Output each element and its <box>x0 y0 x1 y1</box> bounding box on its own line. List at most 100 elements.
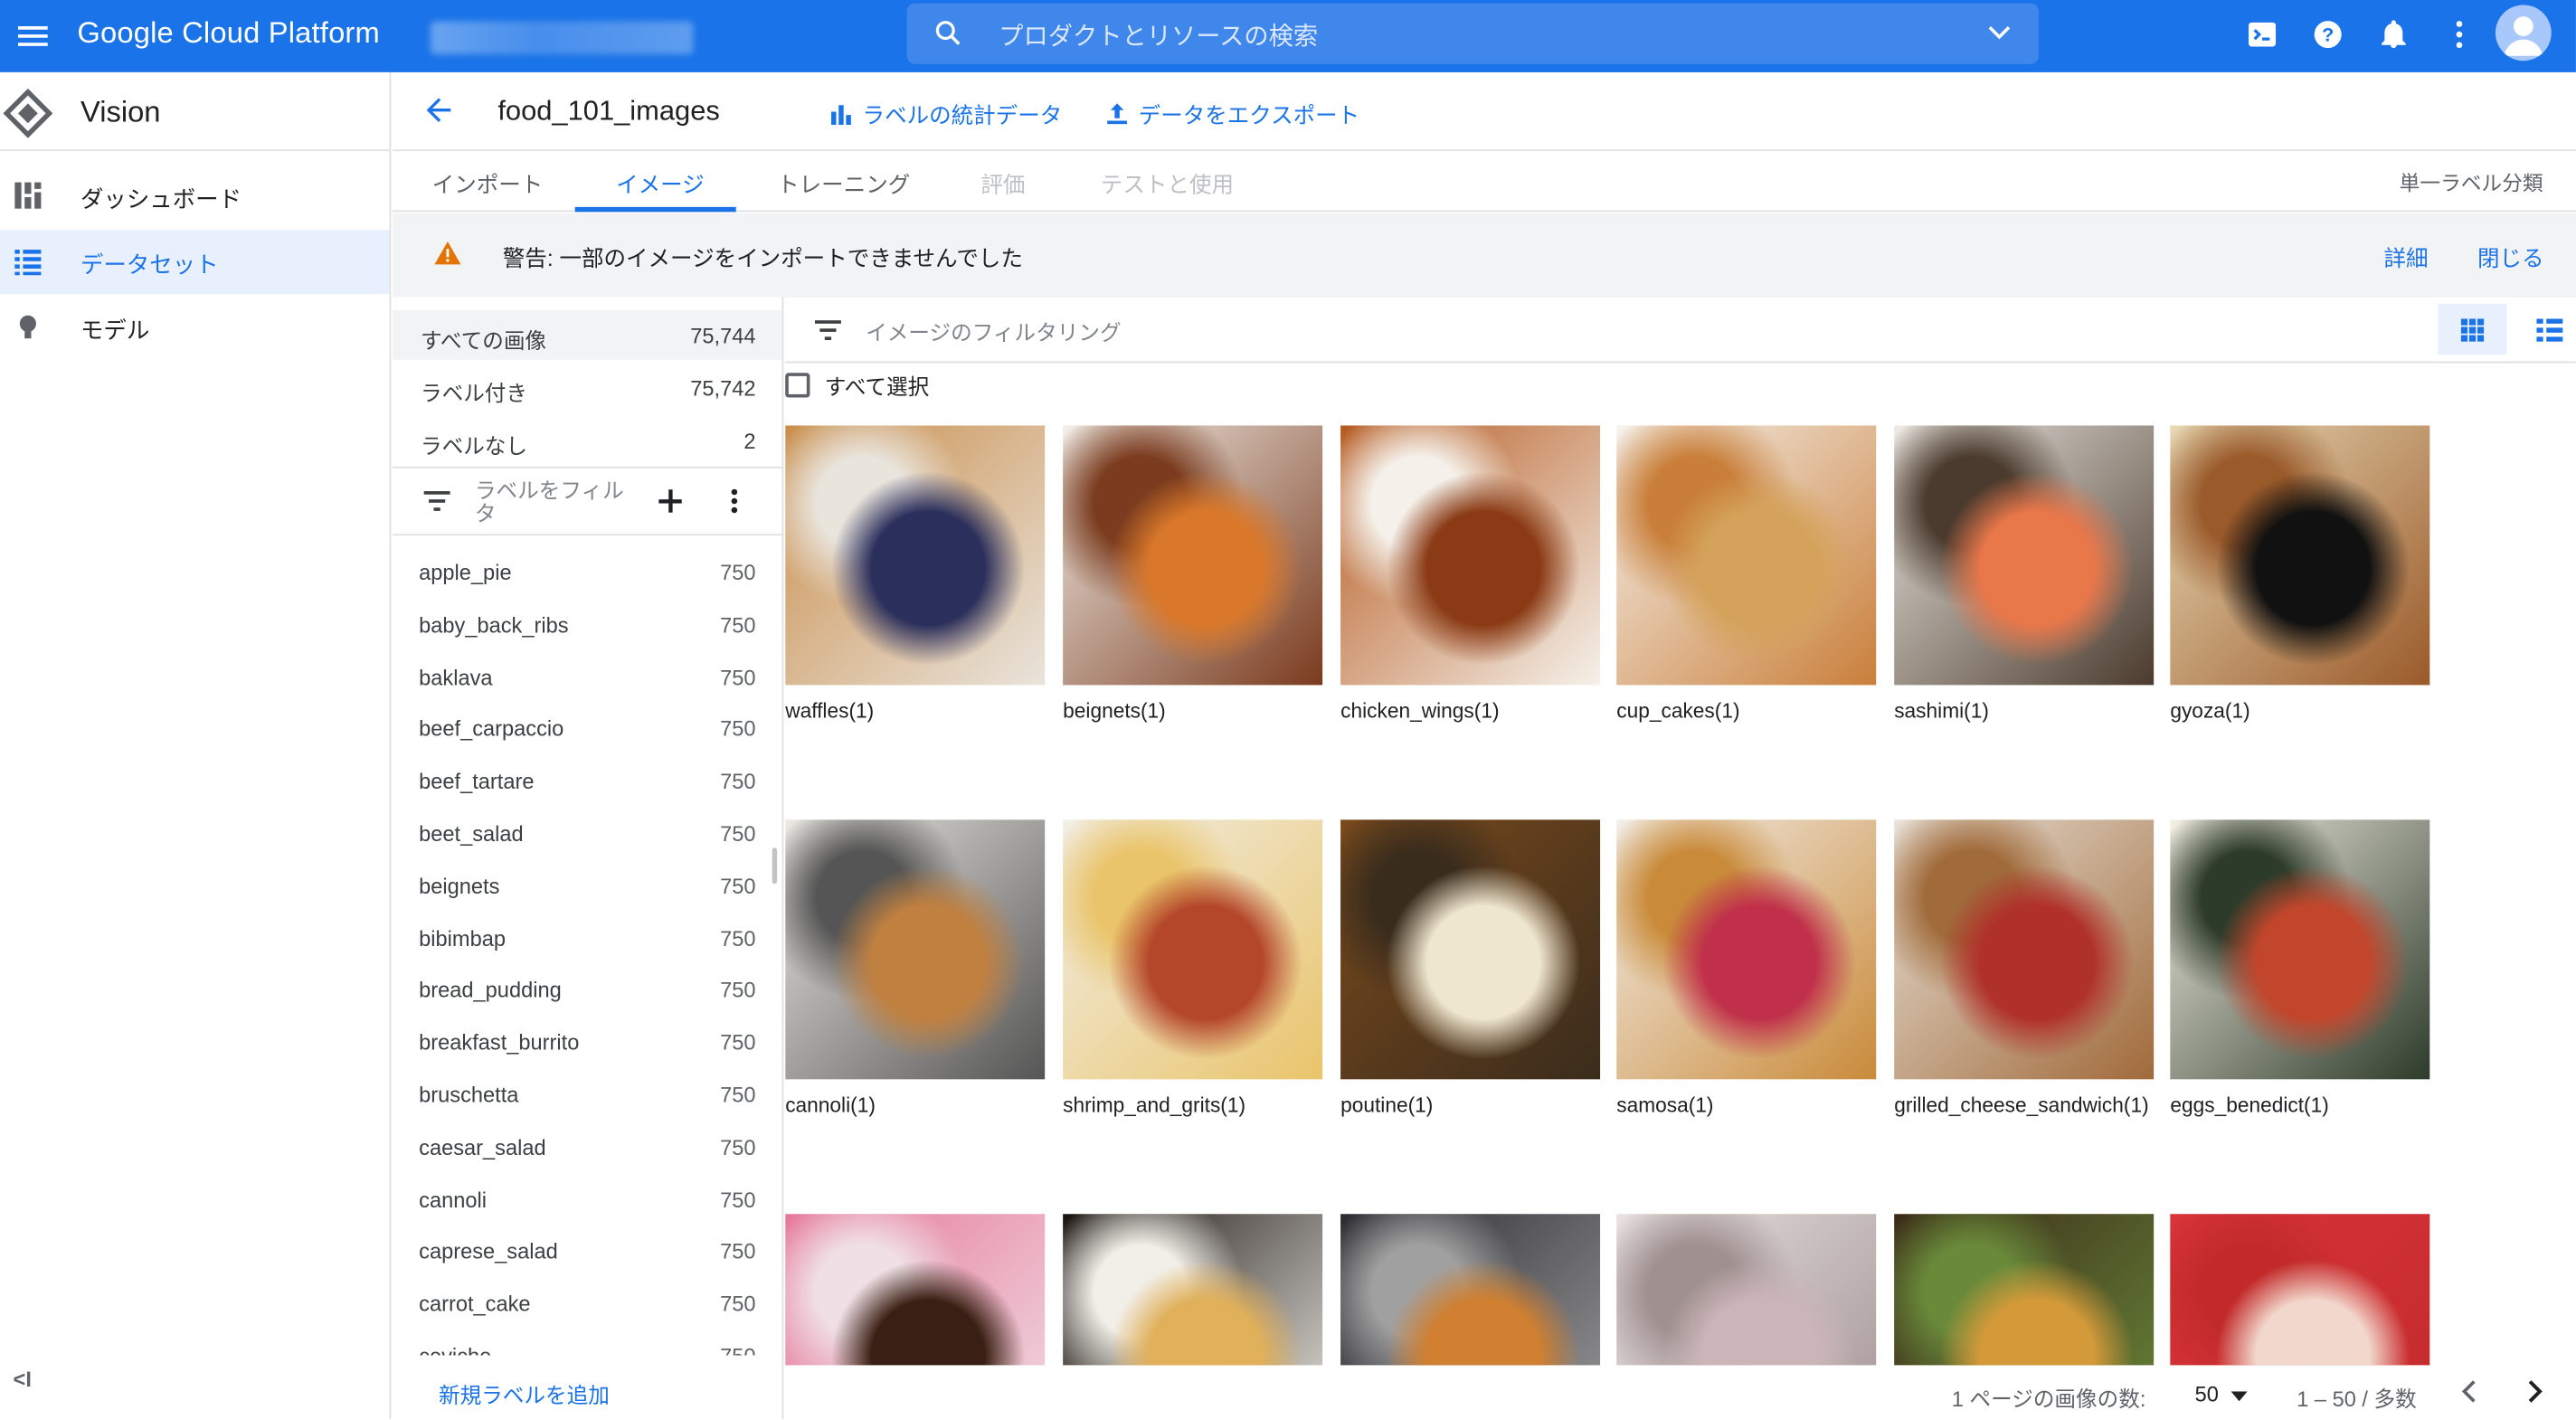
label-list-item[interactable]: baby_back_ribs 750 <box>393 601 781 653</box>
label-list-item[interactable]: beef_tartare 750 <box>393 758 781 810</box>
label-list-item[interactable]: cannoli 750 <box>393 1176 781 1228</box>
more-vert-icon[interactable] <box>720 487 750 516</box>
food-image-thumbnail[interactable] <box>785 425 1046 686</box>
food-image-thumbnail[interactable] <box>2170 425 2430 686</box>
food-image-thumbnail[interactable] <box>1616 1214 1877 1366</box>
tab-test-and-use[interactable]: テストと使用 <box>1101 166 1234 198</box>
close-link[interactable]: 閉じる <box>2477 240 2544 272</box>
food-image-thumbnail[interactable] <box>1063 819 1323 1080</box>
list-view-icon[interactable] <box>2524 304 2574 355</box>
tab-import[interactable]: インポート <box>432 166 544 198</box>
food-image-thumbnail[interactable] <box>1894 819 2155 1080</box>
account-avatar[interactable] <box>2495 5 2552 62</box>
per-page-select[interactable]: 50 <box>2195 1382 2248 1406</box>
chevron-down-icon[interactable] <box>1983 16 2015 49</box>
image-card[interactable]: cannoli(1) <box>785 819 1046 1117</box>
image-card[interactable]: waffles(1) <box>785 425 1046 723</box>
food-image-thumbnail[interactable] <box>1894 425 2155 686</box>
label-count: 750 <box>720 1344 755 1356</box>
food-image-thumbnail[interactable] <box>1616 425 1877 686</box>
food-image-thumbnail[interactable] <box>1063 1214 1323 1366</box>
tab-images[interactable]: イメージ <box>616 166 705 198</box>
filter-all-images[interactable]: すべての画像 75,744 <box>393 310 782 360</box>
label-stats-link[interactable]: ラベルの統計データ <box>829 97 1062 129</box>
add-new-label-link[interactable]: 新規ラベルを追加 <box>439 1378 610 1410</box>
label-list-item[interactable]: bruschetta 750 <box>393 1071 781 1123</box>
grid-view-icon[interactable] <box>2438 304 2507 355</box>
image-card[interactable] <box>1063 1214 1323 1366</box>
select-all-checkbox[interactable] <box>785 372 810 397</box>
image-card[interactable]: samosa(1) <box>1616 819 1877 1117</box>
food-image-thumbnail[interactable] <box>1340 819 1601 1080</box>
next-page-icon[interactable] <box>2524 1378 2546 1405</box>
brand-title[interactable]: Google Cloud Platform <box>77 16 380 51</box>
label-list-item[interactable]: apple_pie 750 <box>393 549 781 601</box>
filter-labeled[interactable]: ラベル付き 75,742 <box>393 363 781 412</box>
label-list-item[interactable]: ceviche 750 <box>393 1332 781 1356</box>
label-list-item[interactable]: breakfast_burrito 750 <box>393 1018 781 1071</box>
label-list-item[interactable]: baklava 750 <box>393 653 781 705</box>
image-caption: grilled_cheese_sandwich(1) <box>1894 1093 2149 1118</box>
back-arrow-icon[interactable] <box>421 92 457 128</box>
image-card[interactable] <box>2170 1214 2430 1366</box>
prev-page-icon[interactable] <box>2458 1378 2480 1405</box>
project-selector[interactable] <box>430 21 694 54</box>
food-image-thumbnail[interactable] <box>2170 819 2430 1080</box>
tab-training[interactable]: トレーニング <box>777 166 910 198</box>
hamburger-menu-icon[interactable] <box>14 16 53 56</box>
details-link[interactable]: 詳細 <box>2383 240 2428 272</box>
image-card[interactable] <box>1894 1214 2155 1366</box>
label-list-item[interactable]: caprese_salad 750 <box>393 1227 781 1280</box>
image-card[interactable]: cup_cakes(1) <box>1616 425 1877 723</box>
label-list-item[interactable]: bibimbap 750 <box>393 914 781 967</box>
image-card[interactable]: gyoza(1) <box>2170 425 2430 723</box>
label-filter-input[interactable]: ラベルをフィルタ <box>475 478 626 525</box>
image-card[interactable]: beignets(1) <box>1063 425 1323 723</box>
nav-item-models[interactable]: モデル <box>0 296 389 360</box>
image-card[interactable]: grilled_cheese_sandwich(1) <box>1894 819 2155 1117</box>
label-list-item[interactable]: bread_pudding 750 <box>393 967 781 1019</box>
filter-unlabeled[interactable]: ラベルなし 2 <box>393 416 781 465</box>
image-card[interactable]: poutine(1) <box>1340 819 1601 1117</box>
label-list-item[interactable]: beignets 750 <box>393 862 781 914</box>
image-card[interactable] <box>1616 1214 1877 1366</box>
image-caption: shrimp_and_grits(1) <box>1063 1093 1246 1118</box>
label-count: 750 <box>720 821 756 847</box>
label-list-item[interactable]: carrot_cake 750 <box>393 1280 781 1332</box>
food-image-thumbnail[interactable] <box>785 1214 1046 1366</box>
label-list-item[interactable]: caesar_salad 750 <box>393 1123 781 1176</box>
image-card[interactable]: shrimp_and_grits(1) <box>1063 819 1323 1117</box>
tab-evaluate[interactable]: 評価 <box>980 166 1025 198</box>
image-caption: gyoza(1) <box>2170 699 2250 724</box>
image-card[interactable]: chicken_wings(1) <box>1340 425 1601 723</box>
nav-item-dashboard[interactable]: ダッシュボード <box>0 165 389 229</box>
nav-item-datasets[interactable]: データセット <box>0 230 390 295</box>
export-data-link[interactable]: データをエクスポート <box>1105 97 1359 129</box>
food-image-thumbnail[interactable] <box>1616 819 1877 1080</box>
food-image-thumbnail[interactable] <box>1063 425 1323 686</box>
image-card[interactable] <box>1340 1214 1601 1366</box>
cloud-shell-icon[interactable] <box>2244 16 2280 52</box>
nav-label-models: モデル <box>80 317 150 344</box>
collapse-nav-icon[interactable]: <I <box>14 1367 32 1391</box>
search-placeholder[interactable]: プロダクトとリソースの検索 <box>999 18 1318 52</box>
food-image-thumbnail[interactable] <box>1894 1214 2155 1366</box>
notifications-bell-icon[interactable] <box>2375 16 2411 52</box>
select-all[interactable]: すべて選択 <box>785 368 929 401</box>
image-card[interactable]: sashimi(1) <box>1894 425 2155 723</box>
help-icon[interactable]: ? <box>2310 16 2346 52</box>
add-label-icon[interactable] <box>656 487 686 516</box>
search-bar[interactable]: プロダクトとリソースの検索 <box>906 3 2040 64</box>
image-card[interactable]: eggs_benedict(1) <box>2170 819 2430 1117</box>
more-vert-icon[interactable] <box>2441 16 2477 52</box>
food-image-thumbnail[interactable] <box>2170 1214 2430 1366</box>
food-image-thumbnail[interactable] <box>785 819 1046 1080</box>
label-list-item[interactable]: beef_carpaccio 750 <box>393 705 781 758</box>
image-filter-input[interactable]: イメージのフィルタリング <box>866 316 1121 347</box>
label-count: 750 <box>720 664 756 690</box>
food-image-thumbnail[interactable] <box>1340 425 1601 686</box>
food-image-thumbnail[interactable] <box>1340 1214 1601 1366</box>
image-card[interactable] <box>785 1214 1046 1366</box>
label-list-item[interactable]: beet_salad 750 <box>393 809 781 862</box>
scrollbar-thumb[interactable] <box>772 847 778 885</box>
